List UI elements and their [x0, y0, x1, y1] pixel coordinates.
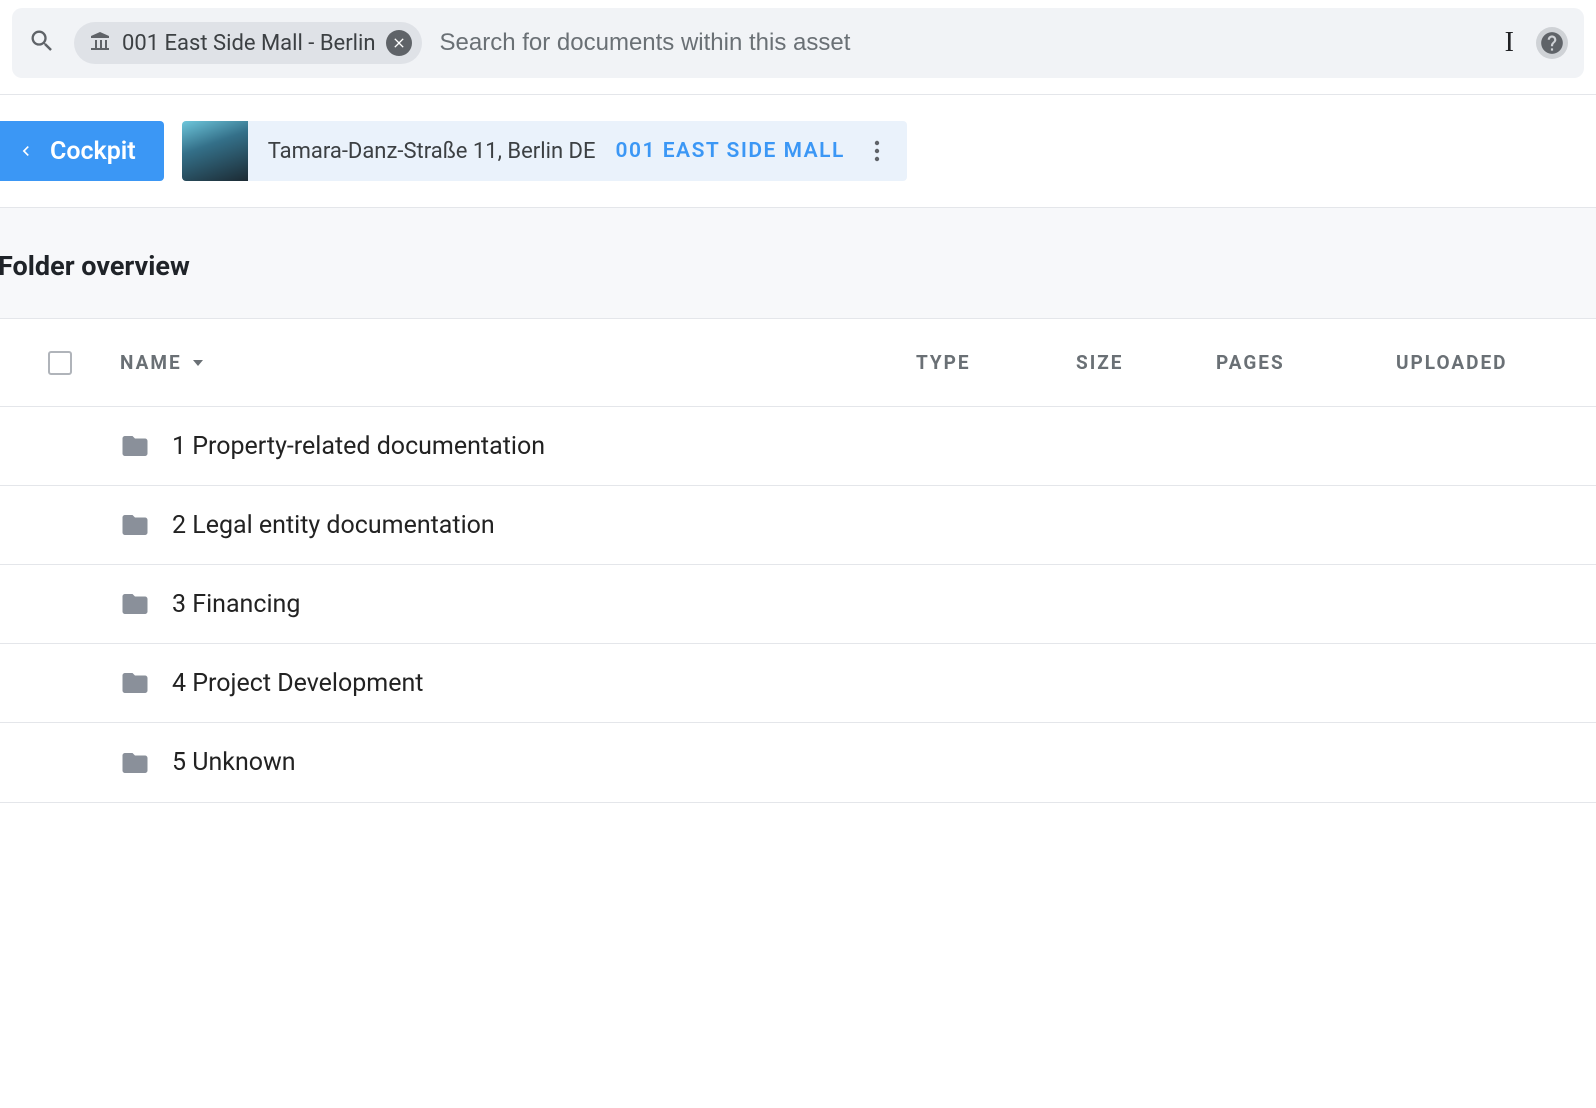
help-button[interactable]	[1536, 27, 1568, 59]
asset-address: Tamara-Danz-Straße 11, Berlin DE	[268, 139, 596, 164]
folder-icon	[120, 431, 150, 461]
asset-card: Tamara-Danz-Straße 11, Berlin DE 001 EAS…	[182, 121, 907, 181]
search-icon[interactable]	[28, 27, 56, 59]
chip-label: 001 East Side Mall - Berlin	[122, 31, 376, 56]
chip-close-button[interactable]	[386, 30, 412, 56]
column-size[interactable]: SIZE	[1076, 351, 1216, 374]
column-name[interactable]: NAME	[120, 351, 916, 374]
section-title: Folder overview	[0, 208, 1596, 318]
folder-icon	[120, 510, 150, 540]
table-header: NAME TYPE SIZE PAGES UPLOADED	[0, 319, 1596, 407]
asset-thumbnail	[182, 121, 248, 181]
cockpit-back-button[interactable]: Cockpit	[0, 121, 164, 181]
folder-icon	[120, 589, 150, 619]
column-pages[interactable]: PAGES	[1216, 351, 1396, 374]
building-icon	[88, 29, 112, 57]
table-row[interactable]: 3 Financing	[0, 565, 1596, 644]
folder-name: 5 Unknown	[172, 748, 296, 777]
breadcrumb-header: Cockpit Tamara-Danz-Straße 11, Berlin DE…	[0, 95, 1596, 207]
table-row[interactable]: 1 Property-related documentation	[0, 407, 1596, 486]
column-type[interactable]: TYPE	[916, 351, 1076, 374]
search-input[interactable]	[440, 29, 1487, 57]
column-uploaded[interactable]: UPLOADED	[1396, 351, 1596, 374]
table-row[interactable]: 5 Unknown	[0, 723, 1596, 802]
asset-name-link[interactable]: 001 EAST SIDE MALL	[616, 139, 845, 163]
cockpit-label: Cockpit	[50, 137, 136, 166]
text-cursor-icon: I	[1505, 27, 1514, 59]
select-all-checkbox[interactable]	[48, 351, 72, 375]
asset-more-menu[interactable]	[865, 135, 889, 167]
folder-name: 3 Financing	[172, 590, 300, 619]
folder-icon	[120, 668, 150, 698]
table-row[interactable]: 4 Project Development	[0, 644, 1596, 723]
folder-name: 4 Project Development	[172, 669, 423, 698]
folder-table: NAME TYPE SIZE PAGES UPLOADED 1 Property…	[0, 318, 1596, 803]
table-row[interactable]: 2 Legal entity documentation	[0, 486, 1596, 565]
folder-name: 2 Legal entity documentation	[172, 511, 495, 540]
folder-icon	[120, 748, 150, 778]
search-bar: 001 East Side Mall - Berlin I	[12, 8, 1584, 78]
search-filter-chip: 001 East Side Mall - Berlin	[74, 22, 422, 64]
folder-name: 1 Property-related documentation	[172, 432, 545, 461]
